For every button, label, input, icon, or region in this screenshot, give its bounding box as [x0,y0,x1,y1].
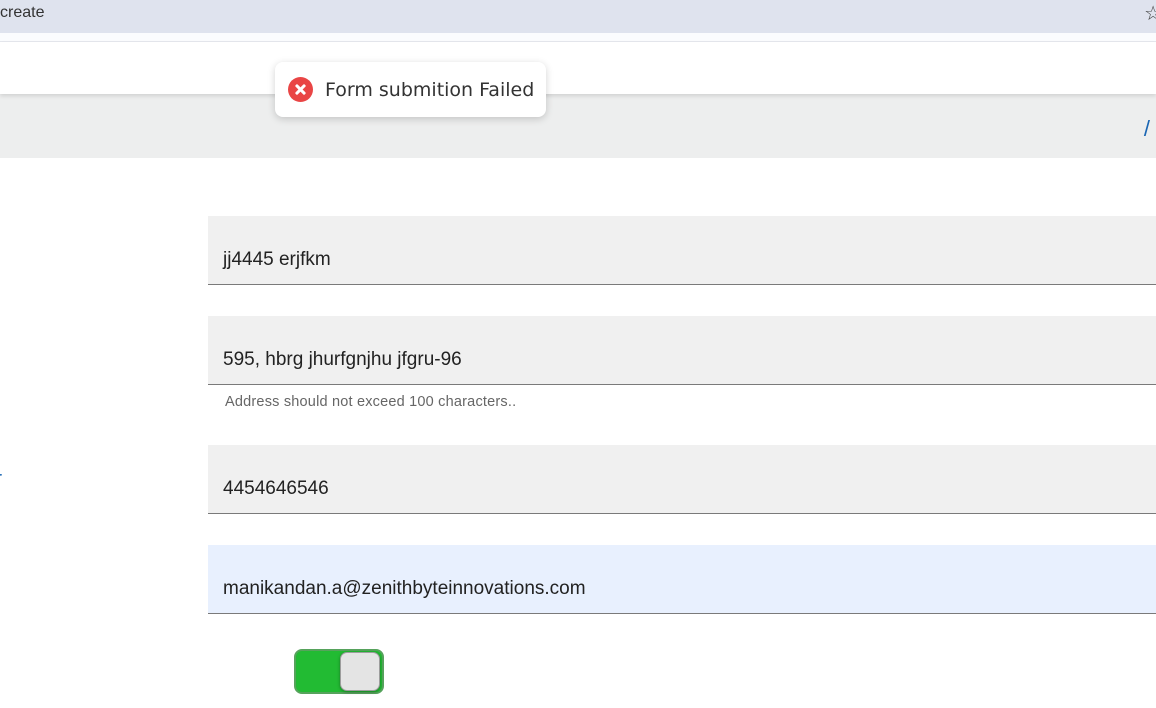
star-icon[interactable]: ☆ [1144,1,1156,26]
email-field[interactable]: manikandan.a@zenithbyteinnovations.com [208,545,1156,614]
browser-bookmark-strip [0,33,1156,42]
toggle-knob[interactable] [340,652,380,691]
breadcrumb: / [0,94,1156,158]
address-helper-text: Address should not exceed 100 characters… [225,394,517,410]
error-toast: Form submition Failed [275,62,546,117]
email-field-value: manikandan.a@zenithbyteinnovations.com [223,578,586,599]
breadcrumb-separator: / [1143,116,1150,141]
address-field-value: 595, hbrg jhurfgnjhu jfgru-96 [223,349,462,370]
side-nav-link[interactable]: r [0,468,2,489]
app-root: create ☆ / Form submition Failed r jj444… [0,0,1156,708]
url-text[interactable]: create [0,4,44,22]
browser-address-bar: create ☆ [0,0,1156,33]
phone-field-value: 4454646546 [223,478,329,499]
address-field[interactable]: 595, hbrg jhurfgnjhu jfgru-96 [208,316,1156,385]
toast-message: Form submition Failed [325,79,535,101]
name-field[interactable]: jj4445 erjfkm [208,216,1156,285]
error-circle-icon [288,77,313,102]
app-header [0,42,1156,94]
status-toggle[interactable] [294,649,384,694]
name-field-value: jj4445 erjfkm [223,249,331,270]
phone-field[interactable]: 4454646546 [208,445,1156,514]
